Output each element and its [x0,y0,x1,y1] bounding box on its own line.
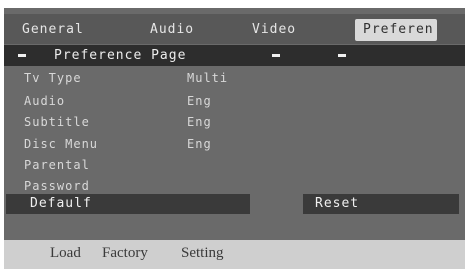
footer-factory-label: Factory [102,245,148,261]
reset-button[interactable]: Reset [303,194,459,214]
setting-subtitle[interactable]: Subtitle [24,113,90,131]
footer-setting-label: Setting [181,245,224,261]
setting-audio[interactable]: Audio [24,92,65,110]
setting-parental[interactable]: Parental [24,156,90,174]
dash-marker [18,54,26,57]
page-header: Preference Page [4,45,465,66]
dash-marker [338,54,346,57]
tab-audio[interactable]: Audio [150,19,194,41]
setting-disc-menu[interactable]: Disc Menu [24,135,98,153]
tab-general[interactable]: General [22,19,84,41]
tab-bar: General Audio Video Preferen [4,14,465,44]
tab-preference[interactable]: Preferen [355,19,437,41]
setting-tv-type-value: Multi [187,71,229,85]
tab-video[interactable]: Video [252,19,296,41]
setting-disc-menu-value: Eng [187,137,212,151]
footer-load-label: Load [50,245,81,261]
page-title: Preference Page [54,48,187,63]
dash-marker [272,54,280,57]
footer-bar: Load Factory Setting [4,240,465,269]
dvd-setup-menu: General Audio Video Preferen Preference … [4,8,465,269]
setting-tv-type[interactable]: Tv Type [24,69,82,87]
setting-audio-value: Eng [187,94,212,108]
setting-subtitle-value: Eng [187,115,212,129]
default-button[interactable]: Defaulf [6,194,250,214]
setting-password[interactable]: Password [24,177,90,195]
